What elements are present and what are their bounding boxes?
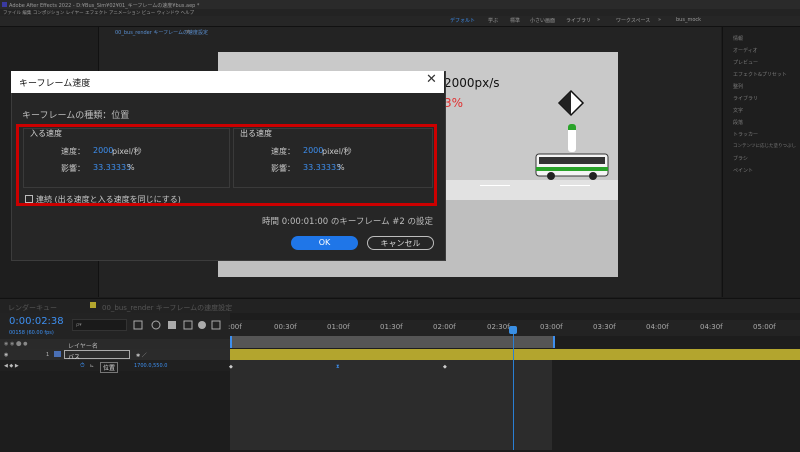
work-area-end-handle[interactable] [553, 336, 555, 348]
comp-tab-menu[interactable]: ≡ [186, 29, 190, 35]
tick-label: 03:00f [540, 323, 563, 331]
workspace-default[interactable]: デフォルト [450, 17, 475, 24]
keyframe-type-label: キーフレームの種類：位置 [22, 111, 130, 121]
bus-icon [535, 153, 609, 180]
workspace-custom[interactable]: bus_mock [676, 17, 701, 23]
workspace-label[interactable]: ワークスペース [616, 17, 650, 24]
workspace-more-2[interactable]: » [658, 17, 661, 23]
property-row[interactable]: ◀ ◆ ▶ ⏱ ⊾ 位置 1700.0,550.0 [0, 360, 230, 373]
window-title: Adobe After Effects 2022 - D:¥Bus_Sim¥02… [9, 3, 200, 9]
panel-paragraph[interactable]: 段落 [733, 119, 743, 126]
visibility-header-icons: ◉ ◉ ⬤ ● [4, 341, 28, 347]
panel-align[interactable]: 整列 [733, 83, 743, 90]
tick-label: 04:00f [646, 323, 669, 331]
selected-keyframe-icon[interactable]: ⧗ [336, 364, 340, 370]
search-icon: ρ▾ [76, 322, 82, 328]
keyframe-nav-icon[interactable]: ◀ ◆ ▶ [4, 363, 19, 369]
comp-color-label [90, 302, 96, 308]
layer-search-input[interactable]: ρ▾ [72, 319, 127, 331]
comp-tab[interactable]: 00_bus_render キーフレームの速度設定 [115, 29, 208, 36]
tick-label: 01:30f [380, 323, 403, 331]
title-bar: Adobe After Effects 2022 - D:¥Bus_Sim¥02… [0, 0, 800, 9]
road-sign-icon [557, 89, 585, 117]
panel-tracker[interactable]: トラッカー [733, 131, 758, 138]
keyframe-track-out [552, 360, 800, 450]
graph-icon[interactable]: ⊾ [90, 363, 94, 369]
keyframe-track[interactable] [230, 360, 552, 450]
work-area-bar[interactable] [230, 336, 555, 348]
workspace-small-screen[interactable]: 小さい画面 [530, 17, 555, 24]
workspace-more[interactable]: » [597, 17, 600, 23]
layer-duration-bar[interactable] [230, 349, 800, 360]
layer-row[interactable]: ◉ 1 バス ✱ ／ [0, 349, 230, 361]
workspace-learn[interactable]: 学ぶ [488, 17, 498, 24]
frame-info: 00158 (60.00 fps) [9, 330, 54, 336]
panel-content-aware-fill[interactable]: コンテンツに応じた塗りつぶし [733, 143, 796, 149]
cancel-button[interactable]: キャンセル [367, 236, 434, 250]
tick-label: 02:00f [433, 323, 456, 331]
panel-effects-presets[interactable]: エフェクト&プリセット [733, 71, 787, 78]
highlight-annotation-box [16, 124, 437, 206]
tick-label: :00f [228, 323, 242, 331]
tick-label: 02:30f [487, 323, 510, 331]
speed-overlay-text: 2000px/s [444, 76, 500, 90]
dialog-status-text: 時間 0:00:01:00 のキーフレーム #2 の設定 [262, 217, 434, 227]
workspace-libraries[interactable]: ライブラリ [566, 17, 591, 24]
panel-info[interactable]: 情報 [733, 35, 743, 42]
percent-overlay-text: 3% [444, 96, 464, 110]
panel-preview[interactable]: プレビュー [733, 59, 758, 66]
playhead-handle[interactable] [509, 326, 517, 334]
panel-character[interactable]: 文字 [733, 107, 743, 114]
current-time-display[interactable]: 0:00:02:38 [9, 316, 64, 327]
tick-label: 03:30f [593, 323, 616, 331]
layer-column-header: ◉ ◉ ⬤ ● レイヤー名 [0, 339, 230, 350]
workspace-standard[interactable]: 標準 [510, 17, 520, 24]
tick-label: 04:30f [700, 323, 723, 331]
work-area-start-handle[interactable] [230, 336, 232, 348]
panel-libraries[interactable]: ライブラリ [733, 95, 758, 102]
app-icon [2, 2, 7, 7]
layer-type-icon [54, 351, 61, 357]
layer-number: 1 [46, 352, 50, 358]
tick-label: 05:00f [753, 323, 776, 331]
keyframe-icon[interactable]: ◆ [443, 364, 447, 370]
tick-label: 00:30f [274, 323, 297, 331]
dialog-title: キーフレーム速度 [19, 79, 91, 89]
close-icon[interactable]: ✕ [426, 72, 437, 87]
panel-audio[interactable]: オーディオ [733, 47, 758, 54]
bus-stop-pole [568, 124, 576, 152]
playhead[interactable] [513, 326, 514, 450]
property-name[interactable]: 位置 [100, 362, 119, 373]
panel-brushes[interactable]: ブラシ [733, 155, 748, 162]
keyframe-icon[interactable]: ◆ [229, 364, 233, 370]
stopwatch-icon[interactable]: ⏱ [80, 362, 85, 370]
timeline-comp-tab[interactable]: 00_bus_render キーフレームの速度設定 [102, 303, 232, 313]
visibility-eye-icon[interactable]: ◉ [4, 352, 8, 358]
tick-label: 01:00f [327, 323, 350, 331]
menu-bar[interactable]: ファイル 編集 コンポジション レイヤー エフェクト アニメーション ビュー ウ… [0, 9, 800, 16]
render-queue-tab[interactable]: レンダーキュー [8, 303, 57, 313]
lane-marking [480, 185, 510, 186]
lane-marking [560, 185, 590, 186]
switch-icons[interactable]: ✱ ／ [136, 352, 147, 359]
right-panels[interactable] [722, 27, 800, 297]
ok-button[interactable]: OK [291, 236, 358, 250]
layer-name-field[interactable]: バス [64, 350, 130, 361]
panel-paint[interactable]: ペイント [733, 167, 753, 174]
timeline-switch-icons[interactable] [132, 319, 222, 331]
property-value[interactable]: 1700.0,550.0 [134, 363, 167, 369]
